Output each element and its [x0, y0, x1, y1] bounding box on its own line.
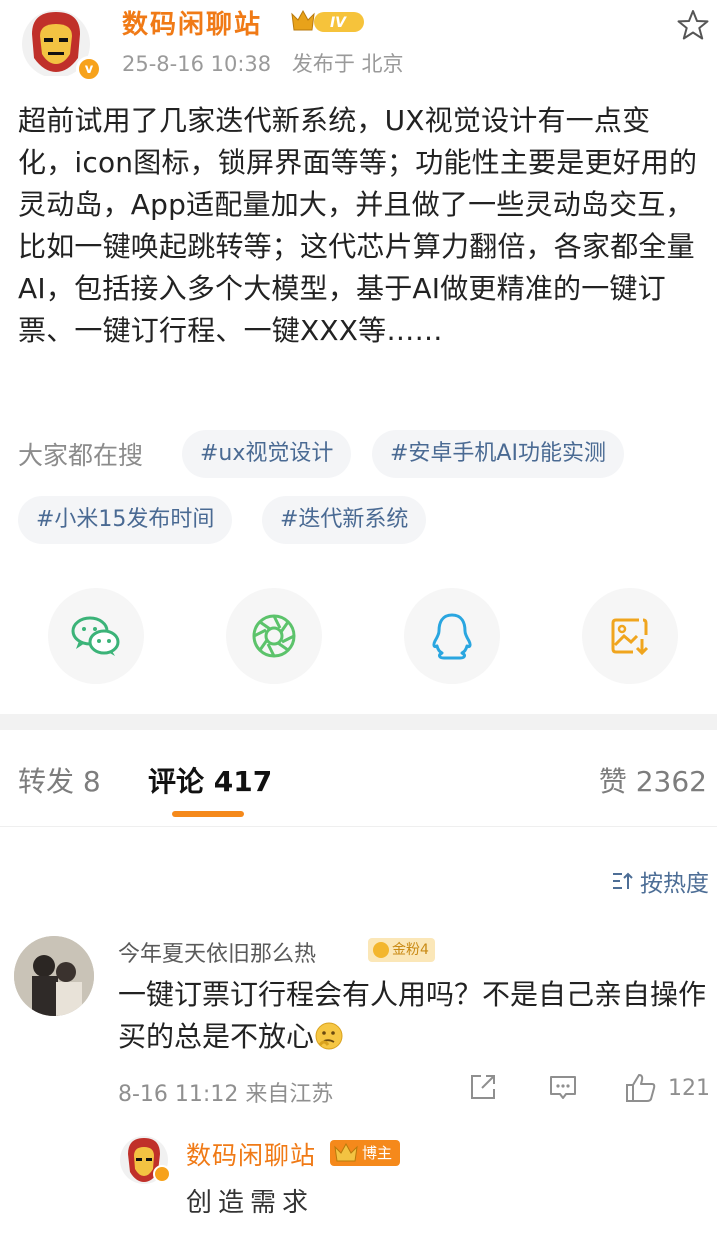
sort-icon	[613, 872, 633, 889]
save-image-icon	[611, 618, 649, 656]
search-tag[interactable]: #小米15发布时间	[18, 496, 233, 544]
section-separator	[0, 714, 717, 730]
tab-divider	[0, 826, 717, 827]
tab-likes[interactable]: 赞 2362	[599, 760, 707, 800]
verified-badge: v	[76, 56, 102, 82]
reply-author-name[interactable]: 数码闲聊站	[186, 1136, 316, 1172]
post-body: 超前试用了几家迭代新系统，UX视觉设计有一点变化，icon图标，锁屏界面等等；功…	[18, 104, 698, 347]
commenter-photo	[14, 936, 94, 1016]
comment-meta: 8-16 11:12 来自江苏	[118, 1076, 333, 1108]
blogger-badge: 博主	[330, 1140, 401, 1166]
reply-comment-icon[interactable]	[548, 1072, 578, 1102]
author-name[interactable]: 数码闲聊站	[122, 4, 262, 41]
post-meta: 25-8-16 10:38 发布于 北京	[122, 48, 418, 78]
level-badge-text: IV	[330, 15, 347, 31]
commenter-name[interactable]: 今年夏天依旧那么热	[118, 936, 316, 968]
author-avatar[interactable]: v	[18, 6, 102, 82]
search-tag[interactable]: #迭代新系统	[262, 496, 427, 544]
reply-author-avatar[interactable]	[118, 1134, 174, 1186]
wechat-icon	[71, 616, 120, 656]
crown-icon	[334, 1142, 358, 1162]
search-tag[interactable]: #ux视觉设计	[182, 430, 352, 478]
blogger-badge-label: 博主	[362, 1144, 393, 1162]
save-image-button[interactable]	[582, 588, 678, 684]
fan-badge-icon	[373, 942, 389, 958]
commenter-avatar[interactable]	[14, 936, 94, 1016]
level-badge-icon: IV	[291, 9, 364, 32]
share-wechat-button[interactable]	[48, 588, 144, 684]
sort-by-hot-button[interactable]: 按热度	[612, 864, 709, 898]
active-tab-indicator	[172, 811, 244, 817]
comment-text: 一键订票订行程会有人用吗？不是自己亲自操作买的总是不放心	[118, 974, 714, 1058]
moments-icon	[252, 614, 296, 658]
search-tag[interactable]: #安卓手机AI功能实测	[372, 430, 624, 478]
fan-badge-label: 金粉4	[392, 942, 429, 958]
repost-icon[interactable]	[468, 1072, 498, 1102]
post-location: 发布于 北京	[291, 52, 404, 76]
comment-body: 一键订票订行程会有人用吗？不是自己亲自操作买的总是不放心	[118, 978, 707, 1053]
reply-text: 创造需求	[186, 1188, 315, 1218]
like-thumb-icon[interactable]	[624, 1072, 658, 1104]
thinking-emoji-icon	[315, 1022, 343, 1050]
share-qq-button[interactable]	[404, 588, 500, 684]
trending-search-label: 大家都在搜	[18, 441, 144, 470]
tab-comments[interactable]: 评论 417	[148, 760, 272, 800]
share-moments-button[interactable]	[226, 588, 322, 684]
favorite-star-icon[interactable]	[676, 8, 710, 42]
qq-icon	[432, 613, 472, 660]
sort-label: 按热度	[640, 871, 709, 897]
comment-like-count: 121	[668, 1076, 710, 1101]
post-date: 25-8-16 10:38	[122, 52, 272, 76]
comment-location: 来自江苏	[245, 1082, 334, 1107]
comment-time: 8-16 11:12	[118, 1082, 239, 1107]
tab-repost[interactable]: 转发 8	[18, 760, 101, 800]
fan-level-badge: 金粉4	[368, 938, 435, 962]
